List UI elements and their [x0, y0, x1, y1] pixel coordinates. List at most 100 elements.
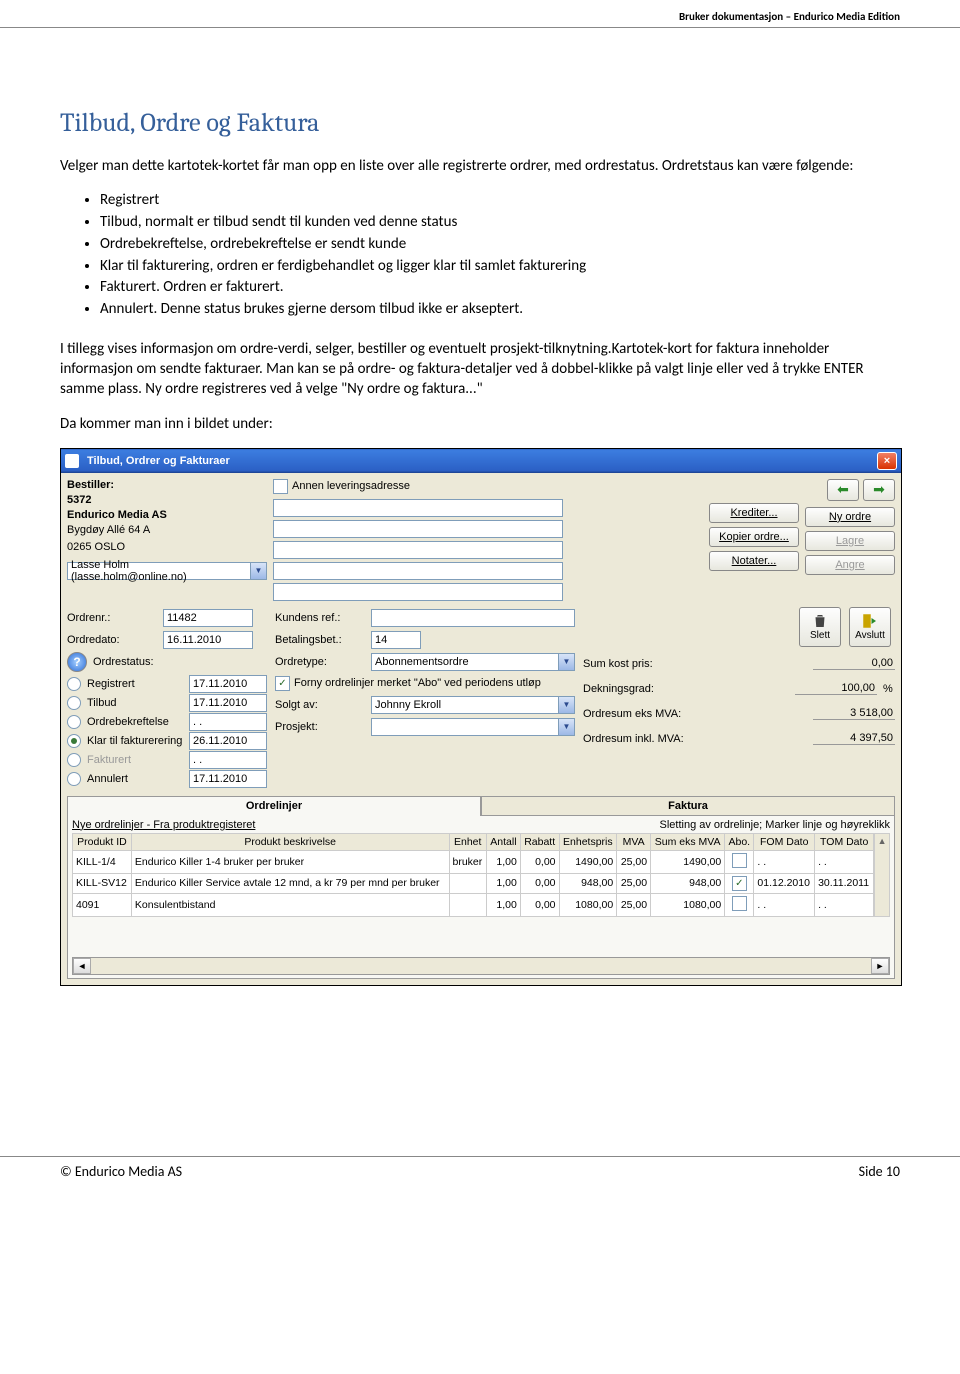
table-row[interactable]: 4091Konsulentbistand1,000,001080,0025,00… [73, 893, 874, 916]
lagre-button[interactable]: Lagre [805, 531, 895, 551]
scroll-right-icon[interactable]: ► [871, 958, 889, 974]
chevron-down-icon[interactable]: ▼ [559, 653, 575, 671]
hint-new-lines[interactable]: Nye ordrelinjer - Fra produktregisteret [72, 819, 255, 831]
forny-check[interactable]: ✓ Forny ordrelinjer merket "Abo" ved per… [275, 676, 575, 691]
prev-arrow-icon[interactable]: ⬅ [827, 479, 859, 501]
radio-icon[interactable] [67, 696, 81, 710]
notater-button[interactable]: Notater... [709, 551, 799, 571]
status-radio-row[interactable]: Tilbud 17.11.2010 [67, 694, 267, 712]
radio-icon[interactable] [67, 734, 81, 748]
intro-paragraph: Velger man dette kartotek-kortet får man… [60, 156, 900, 176]
alt-address-line4[interactable] [273, 562, 563, 580]
avslutt-button[interactable]: Avslutt [849, 607, 891, 647]
status-radio-label: Tilbud [87, 697, 183, 709]
contact-dropdown[interactable]: Lasse Holm (lasse.holm@online.no) ▼ [67, 562, 267, 580]
column-header[interactable]: Antall [486, 833, 520, 850]
status-date[interactable]: 17.11.2010 [189, 770, 267, 788]
alt-address-line5[interactable] [273, 583, 563, 601]
krediter-button[interactable]: Krediter... [709, 503, 799, 523]
doc-footer: © Endurico Media AS Side 10 [0, 1156, 960, 1196]
table-row[interactable]: KILL-1/4Endurico Killer 1-4 bruker per b… [73, 850, 874, 873]
alt-address-label: Annen leveringsadresse [292, 480, 410, 492]
alt-address-line2[interactable] [273, 520, 563, 538]
angre-button[interactable]: Angre [805, 555, 895, 575]
prosjekt-dropdown[interactable]: ▼ [371, 718, 575, 736]
ordretype-dropdown[interactable]: Abonnementsordre ▼ [371, 653, 575, 671]
footer-right: Side 10 [859, 1163, 900, 1180]
table-row[interactable]: KILL-SV12Endurico Killer Service avtale … [73, 873, 874, 893]
status-item: Fakturert. Ordren er fakturert. [100, 277, 900, 299]
horizontal-scrollbar[interactable]: ◄ ► [72, 957, 890, 975]
column-header[interactable]: Enhet [449, 833, 486, 850]
app-icon [65, 454, 79, 468]
ordrenr-input[interactable]: 11482 [163, 609, 253, 627]
checkbox-icon[interactable]: ✓ [732, 876, 747, 891]
status-radio-row[interactable]: Ordrebekreftelse. . [67, 713, 267, 731]
help-icon[interactable]: ? [67, 652, 87, 672]
tab-faktura[interactable]: Faktura [481, 796, 895, 816]
contact-value[interactable]: Lasse Holm (lasse.holm@online.no) [67, 562, 251, 580]
titlebar: Tilbud, Ordrer og Fakturaer × [61, 449, 901, 473]
radio-icon[interactable] [67, 753, 81, 767]
kopier-ordre-button[interactable]: Kopier ordre... [709, 527, 799, 547]
column-header[interactable]: FOM Dato [754, 833, 815, 850]
status-radio-row[interactable]: Registrert17.11.2010 [67, 675, 267, 693]
status-date[interactable]: . . [189, 751, 267, 769]
radio-icon[interactable] [67, 677, 81, 691]
status-date[interactable]: . . [189, 713, 267, 731]
kundensref-label: Kundens ref.: [275, 612, 365, 624]
ordresum-inkl-label: Ordresum inkl. MVA: [583, 733, 807, 745]
checkbox-icon[interactable] [732, 853, 747, 868]
ordresum-eks-value: 3 518,00 [813, 707, 895, 720]
ordretype-value[interactable]: Abonnementsordre [371, 653, 559, 671]
chevron-down-icon[interactable]: ▼ [559, 696, 575, 714]
status-radio-label: Annulert [87, 773, 183, 785]
exit-icon [860, 612, 880, 630]
scroll-up-icon[interactable]: ▲ [874, 833, 890, 917]
ordredato-input[interactable]: 16.11.2010 [163, 631, 253, 649]
checkbox-icon[interactable] [273, 479, 288, 494]
checkbox-icon[interactable] [732, 896, 747, 911]
column-header[interactable]: Produkt beskrivelse [131, 833, 449, 850]
column-header[interactable]: Sum eks MVA [651, 833, 725, 850]
status-date[interactable]: 26.11.2010 [189, 732, 267, 750]
status-radio-row[interactable]: Annulert 17.11.2010 [67, 770, 267, 788]
tab-ordrelinjer[interactable]: Ordrelinjer [67, 796, 481, 816]
ordrelinjer-table[interactable]: Produkt IDProdukt beskrivelseEnhetAntall… [72, 833, 874, 917]
prosjekt-value[interactable] [371, 718, 559, 736]
kundensref-input[interactable] [371, 609, 575, 627]
scroll-left-icon[interactable]: ◄ [73, 958, 91, 974]
ny-ordre-button[interactable]: Ny ordre [805, 507, 895, 527]
body-paragraph: I tillegg vises informasjon om ordre-ver… [60, 339, 900, 400]
bestiller-label: Bestiller: [67, 479, 267, 491]
radio-icon[interactable] [67, 715, 81, 729]
status-radio-row[interactable]: Klar til fakturerering26.11.2010 [67, 732, 267, 750]
solgtav-label: Solgt av: [275, 699, 365, 711]
alt-address-line3[interactable] [273, 541, 563, 559]
status-date[interactable]: 17.11.2010 [189, 675, 267, 693]
close-icon[interactable]: × [877, 452, 897, 470]
column-header[interactable]: Enhetspris [559, 833, 617, 850]
column-header[interactable]: TOM Dato [815, 833, 874, 850]
checkbox-icon[interactable]: ✓ [275, 676, 290, 691]
page-title: Tilbud, Ordre og Faktura [60, 108, 900, 138]
status-radio-row[interactable]: Fakturert. . [67, 751, 267, 769]
column-header[interactable]: Abo. [725, 833, 754, 850]
column-header[interactable]: MVA [617, 833, 651, 850]
solgtav-dropdown[interactable]: Johnny Ekroll ▼ [371, 696, 575, 714]
betaling-input[interactable]: 14 [371, 631, 421, 649]
chevron-down-icon[interactable]: ▼ [251, 562, 267, 580]
column-header[interactable]: Produkt ID [73, 833, 132, 850]
alt-address-check[interactable]: Annen leveringsadresse [273, 479, 563, 494]
alt-address-line1[interactable] [273, 499, 563, 517]
column-header[interactable]: Rabatt [520, 833, 559, 850]
chevron-down-icon[interactable]: ▼ [559, 718, 575, 736]
hint-delete-line: Sletting av ordrelinje; Marker linje og … [660, 819, 890, 831]
slett-button[interactable]: Slett [799, 607, 841, 647]
status-date[interactable]: 17.11.2010 [189, 694, 267, 712]
radio-icon[interactable] [67, 772, 81, 786]
next-arrow-icon[interactable]: ➡ [863, 479, 895, 501]
solgtav-value[interactable]: Johnny Ekroll [371, 696, 559, 714]
footer-left: © Endurico Media AS [60, 1163, 182, 1180]
percent-suffix: % [883, 683, 895, 695]
